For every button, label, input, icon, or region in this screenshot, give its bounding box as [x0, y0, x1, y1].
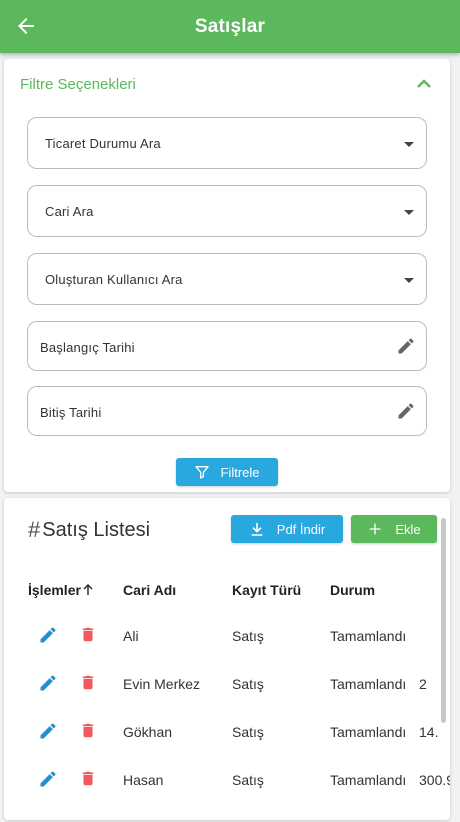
cell-status: Tamamlandı: [330, 772, 407, 788]
list-title-text: Satış Listesi: [42, 518, 151, 541]
cell-amount: 300.9: [419, 772, 450, 788]
pdf-download-button[interactable]: Pdf İndir: [231, 515, 343, 543]
edit-icon[interactable]: [38, 769, 58, 789]
scrollbar[interactable]: [441, 518, 446, 723]
caret-down-icon: [404, 142, 414, 147]
end-date-field[interactable]: Bitiş Tarihi: [27, 386, 427, 436]
edit-icon[interactable]: [38, 673, 58, 693]
cell-amount: 2: [419, 676, 427, 692]
end-date-label: Bitiş Tarihi: [40, 405, 102, 420]
cell-amount: 14.: [419, 724, 439, 740]
edit-icon[interactable]: [38, 625, 58, 645]
filter-panel: Filtre Seçenekleri Ticaret Durumu Ara Ca…: [4, 59, 450, 492]
filter-icon: [195, 466, 210, 479]
hash-icon: #: [28, 517, 41, 542]
account-select[interactable]: Cari Ara: [27, 185, 427, 237]
caret-down-icon: [404, 278, 414, 283]
edit-icon[interactable]: [38, 721, 58, 741]
trade-status-label: Ticaret Durumu Ara: [45, 136, 161, 151]
cell-record-type: Satış: [232, 676, 264, 692]
created-by-label: Oluşturan Kullanıcı Ara: [45, 272, 183, 287]
cell-status: Tamamlandı: [330, 628, 407, 644]
cell-record-type: Satış: [232, 628, 264, 644]
download-icon: [251, 523, 263, 536]
cell-record-type: Satış: [232, 724, 264, 740]
trash-icon[interactable]: [79, 720, 97, 741]
account-label: Cari Ara: [45, 204, 94, 219]
trash-icon[interactable]: [79, 768, 97, 789]
app-bar: Satışlar: [0, 0, 460, 53]
cell-account-name: Evin Merkez: [123, 676, 201, 692]
cell-status: Tamamlandı: [330, 676, 407, 692]
filter-button-label: Filtrele: [220, 464, 260, 480]
cell-account-name: Ali: [123, 628, 139, 644]
column-header-actions[interactable]: İşlemler: [28, 582, 93, 598]
cell-record-type: Satış: [232, 772, 264, 788]
trash-icon[interactable]: [79, 624, 97, 645]
table-row: Gökhan Satış Tamamlandı 14.: [4, 711, 444, 759]
sort-up-icon: [83, 584, 93, 595]
filter-button[interactable]: Filtrele: [176, 458, 278, 486]
trade-status-select[interactable]: Ticaret Durumu Ara: [27, 117, 427, 169]
chevron-up-icon[interactable]: [416, 77, 432, 89]
trash-icon[interactable]: [79, 672, 97, 693]
column-header-record-type[interactable]: Kayıt Türü: [232, 582, 301, 598]
pencil-icon[interactable]: [396, 401, 416, 421]
cell-account-name: Hasan: [123, 772, 164, 788]
add-button-label: Ekle: [395, 521, 421, 537]
pdf-button-label: Pdf İndir: [276, 521, 326, 537]
pencil-icon[interactable]: [396, 336, 416, 356]
caret-down-icon: [404, 210, 414, 215]
table-row: Ali Satış Tamamlandı: [4, 615, 444, 663]
plus-icon: [370, 523, 381, 535]
column-header-account[interactable]: Cari Adı: [123, 582, 176, 598]
arrow-left-icon[interactable]: [14, 14, 38, 38]
created-by-select[interactable]: Oluşturan Kullanıcı Ara: [27, 253, 427, 305]
start-date-label: Başlangıç Tarihi: [40, 340, 135, 355]
cell-account-name: Gökhan: [123, 724, 173, 740]
filter-panel-title: Filtre Seçenekleri: [20, 76, 136, 93]
column-header-status[interactable]: Durum: [330, 582, 375, 598]
table-row: Hasan Satış Tamamlandı 300.9: [4, 759, 450, 807]
sales-list-panel: # Satış Listesi Pdf İndir Ekle İşlemler …: [4, 498, 450, 820]
add-button[interactable]: Ekle: [351, 515, 437, 543]
page-title: Satışlar: [194, 15, 266, 37]
cell-status: Tamamlandı: [330, 724, 407, 740]
start-date-field[interactable]: Başlangıç Tarihi: [27, 321, 427, 371]
table-row: Evin Merkez Satış Tamamlandı 2: [4, 663, 444, 711]
list-title: # Satış Listesi: [28, 517, 150, 543]
